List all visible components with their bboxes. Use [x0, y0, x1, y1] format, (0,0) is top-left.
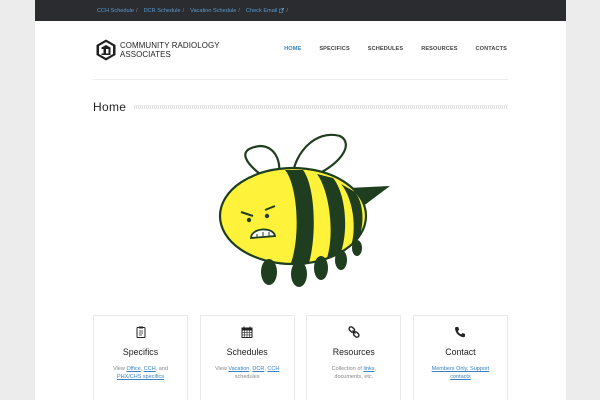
separator: /	[238, 7, 240, 14]
card-resources: Resources Collection of links, documents…	[306, 315, 402, 400]
top-link-item: DCR Schedule /	[144, 8, 185, 14]
cch-link[interactable]: CCH	[144, 366, 156, 372]
card-desc-text: schedules	[234, 374, 260, 380]
page-title-row: Home	[93, 100, 508, 114]
nav-specifics[interactable]: SPECIFICS	[319, 46, 349, 52]
card-title: Specifics	[122, 347, 159, 357]
site-frame: CCH Schedule / DCR Schedule / Vacation Sch…	[35, 0, 566, 400]
page: CCH Schedule / DCR Schedule / Vacation Sch…	[0, 0, 600, 400]
card-desc-text: Collection of	[331, 366, 364, 372]
card-desc-text: View	[113, 366, 127, 372]
card-description: Collection of links, documents, etc.	[331, 366, 376, 380]
phx-chs-specifics-link[interactable]: PHX/CHS specifics	[117, 374, 164, 380]
nav-schedules[interactable]: SCHEDULES	[368, 46, 403, 52]
card-desc-text: , and	[155, 366, 168, 372]
card-contact: Contact Members Only, Support contacts	[412, 315, 508, 400]
dcr-schedule-link[interactable]: DCR Schedule	[144, 8, 181, 14]
logo-text: COMMUNITY RADIOLOGY ASSOCIATES	[120, 40, 220, 60]
check-email-label: Check Email	[245, 7, 278, 14]
card-desc-text: View	[214, 366, 229, 372]
clipboard-icon	[136, 326, 145, 338]
page-title: Home	[93, 100, 127, 114]
dcr-link[interactable]: DCR	[252, 366, 264, 372]
header-divider	[93, 79, 508, 80]
title-divider	[134, 105, 508, 109]
logo-line-2: ASSOCIATES	[120, 49, 171, 59]
top-link-item: Check Email /	[246, 8, 288, 14]
office-link[interactable]: Office	[126, 366, 140, 372]
site-logo[interactable]: COMMUNITY RADIOLOGY ASSOCIATES	[96, 39, 228, 61]
cch-schedule-link[interactable]: CCH Schedule	[97, 8, 134, 14]
radiology-logo-icon	[96, 39, 116, 61]
main-nav: HOME SPECIFICS SCHEDULES RESOURCES CONTA…	[266, 46, 507, 52]
card-description: Members Only, Support contacts	[414, 365, 507, 381]
card-title: Resources	[332, 347, 375, 357]
card-description: View Vacation, DCR, CCH schedules	[214, 366, 280, 380]
top-bar: CCH Schedule / DCR Schedule / Vacation Sch…	[35, 0, 566, 21]
feature-cards: Specifics View Office, CCH, and PHX/CHS …	[93, 315, 508, 400]
nav-home[interactable]: HOME	[284, 46, 301, 52]
top-link-item: CCH Schedule /	[97, 8, 138, 14]
calendar-icon	[241, 326, 253, 338]
site-header: COMMUNITY RADIOLOGY ASSOCIATES HOME SPEC…	[35, 21, 566, 80]
card-schedules: Schedules View Vacation, DCR, CCH schedu…	[199, 315, 295, 400]
separator: /	[286, 7, 288, 14]
cch-link[interactable]: CCH	[267, 366, 279, 372]
card-title: Schedules	[226, 347, 268, 357]
check-email-link[interactable]: Check Email	[245, 7, 285, 14]
top-link-item: Vacation Schedule /	[190, 8, 240, 14]
card-title: Contact	[445, 347, 476, 357]
nav-resources[interactable]: RESOURCES	[421, 46, 457, 52]
link-icon	[348, 326, 360, 338]
separator: /	[182, 7, 185, 14]
members-only-support-link[interactable]: Members Only, Support	[432, 366, 490, 372]
links-link[interactable]: links	[363, 366, 374, 372]
phone-icon	[455, 327, 466, 338]
card-desc-text: documents, etc.	[334, 374, 374, 380]
vacation-link[interactable]: Vacation	[228, 366, 249, 372]
external-link-icon	[279, 7, 285, 13]
bee-illustration-icon	[218, 133, 390, 287]
contacts-link[interactable]: contacts	[450, 374, 470, 380]
separator: /	[136, 7, 138, 14]
vacation-schedule-link[interactable]: Vacation Schedule	[190, 8, 236, 14]
card-description: View Office, CCH, and PHX/CHS specifics	[113, 366, 168, 380]
card-specifics: Specifics View Office, CCH, and PHX/CHS …	[93, 315, 188, 400]
nav-contacts[interactable]: CONTACTS	[476, 46, 507, 52]
top-links: CCH Schedule / DCR Schedule / Vacation Sch…	[35, 0, 566, 21]
